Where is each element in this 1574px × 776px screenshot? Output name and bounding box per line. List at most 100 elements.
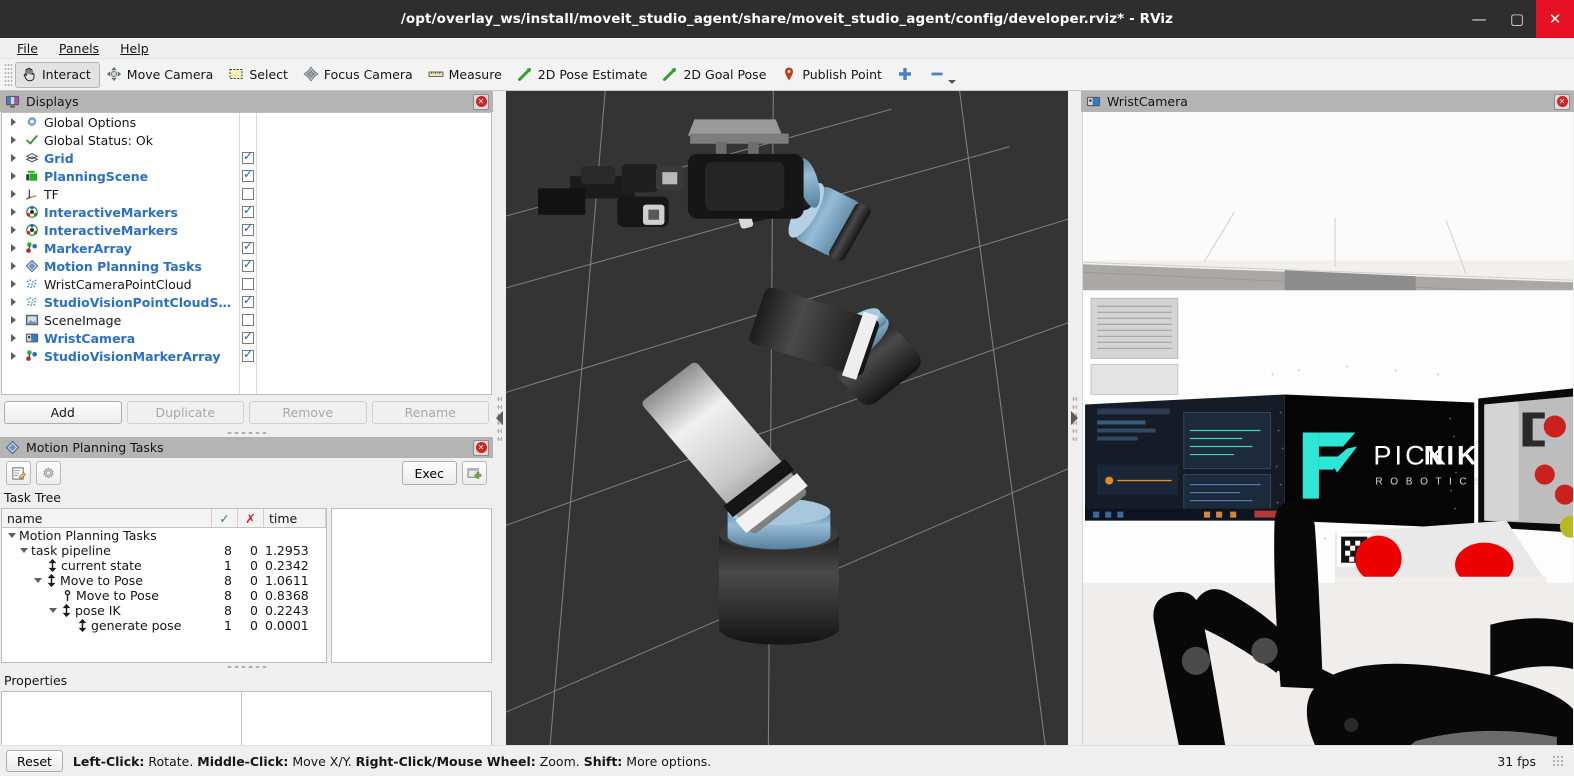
expander-icon[interactable] [6,533,17,538]
task-tree-row[interactable]: pose IK 8 0 0.2243 [2,603,326,618]
display-item-wristcamera[interactable]: WristCamera [2,329,239,347]
resize-grip[interactable] [1552,755,1564,767]
display-checkbox-wristcamerapointcloud[interactable] [240,275,256,293]
task-tree-row[interactable]: task pipeline 8 0 1.2953 [2,543,326,558]
right-dock-collapse-handle[interactable] [1068,91,1081,745]
menu-file[interactable]: File [8,39,47,58]
display-item-interactivemarkers-2[interactable]: InteractiveMarkers [2,221,239,239]
tool-add[interactable] [891,62,923,88]
expander-icon[interactable] [7,334,20,342]
display-checkbox-interactivemarkers-1[interactable] [240,203,256,221]
edit-note-icon[interactable] [6,461,31,485]
chevron-down-icon[interactable] [947,79,956,84]
display-checkbox-grid[interactable] [240,149,256,167]
display-item-sceneimage[interactable]: SceneImage [2,311,239,329]
expander-icon[interactable] [7,316,20,324]
displays-panel-close-button[interactable]: ✕ [473,93,489,110]
properties-splitter[interactable] [0,663,493,671]
task-tree-row[interactable]: Motion Planning Tasks [2,528,326,543]
reset-button[interactable]: Reset [6,750,63,772]
wrist-camera-close-button[interactable]: ✕ [1554,93,1570,110]
expander-icon[interactable] [18,548,29,553]
menu-help[interactable]: Help [111,39,158,58]
expander-icon[interactable] [47,608,58,613]
expander-icon[interactable] [7,262,20,270]
tool-remove[interactable] [923,62,967,88]
3d-viewport[interactable] [506,91,1068,745]
maximize-button[interactable]: ▢ [1498,0,1536,38]
display-checkbox-sceneimage[interactable] [240,311,256,329]
column-header-name[interactable]: name [2,509,212,527]
expander-icon[interactable] [7,190,20,198]
display-item-wristcamerapointcloud[interactable]: WristCameraPointCloud [2,275,239,293]
tool-2d-goal-pose[interactable]: 2D Goal Pose [656,62,775,88]
tool-interact[interactable]: Interact [15,61,100,88]
display-item-motion-planning-tasks[interactable]: Motion Planning Tasks [2,257,239,275]
add-window-icon[interactable] [462,461,487,485]
close-button[interactable]: ✕ [1536,0,1574,38]
display-item-interactivemarkers-1[interactable]: InteractiveMarkers [2,203,239,221]
display-checkbox-motion-planning-tasks[interactable] [240,257,256,275]
expander-icon[interactable] [7,136,20,144]
display-checkbox-tf[interactable] [240,185,256,203]
task-solutions-list[interactable] [331,508,492,663]
task-tree-row[interactable]: current state 1 0 0.2342 [2,558,326,573]
display-item-studiovisionmarkerarray[interactable]: StudioVisionMarkerArray [2,347,239,365]
motion-planning-tasks-header[interactable]: Motion Planning Tasks ✕ [0,437,493,458]
tool-2d-pose-estimate[interactable]: 2D Pose Estimate [511,62,657,88]
display-item-planningscene[interactable]: PlanningScene [2,167,239,185]
motion-planning-tasks-close-button[interactable]: ✕ [473,439,489,456]
display-item-studiovisionpointcloudsnapshot[interactable]: StudioVisionPointCloudSn… [2,293,239,311]
exec-button[interactable]: Exec [401,461,457,485]
tool-measure[interactable]: Measure [422,62,511,88]
display-checkbox-markerarray[interactable] [240,239,256,257]
display-checkbox-studiovisionmarkerarray[interactable] [240,347,256,365]
displays-panel-header[interactable]: Displays ✕ [0,91,493,112]
duplicate-button[interactable]: Duplicate [126,401,244,424]
task-tree-row[interactable]: Move to Pose 8 0 1.0611 [2,573,326,588]
fps-indicator: 31 fps [1497,753,1536,769]
expander-icon[interactable] [32,578,43,583]
display-checkbox-planningscene[interactable] [240,167,256,185]
display-item-global-options[interactable]: Global Options [2,113,239,131]
display-item-grid[interactable]: Grid [2,149,239,167]
tool-move-camera[interactable]: Move Camera [100,62,223,88]
task-tree-row[interactable]: Move to Pose 8 0 0.8368 [2,588,326,603]
expander-icon[interactable] [7,154,20,162]
expander-icon[interactable] [7,172,20,180]
toolbar-drag-handle[interactable] [4,62,13,87]
gear-icon[interactable] [36,461,61,485]
task-row-time: 0.0001 [265,618,309,633]
tool-select[interactable]: Select [222,62,297,88]
rename-button[interactable]: Rename [371,401,489,424]
expander-icon[interactable] [7,352,20,360]
wrist-camera-view[interactable]: PICK NIK R O B O T I C S [1082,112,1573,745]
display-checkbox-studiovisionpointcloudsnapshot[interactable] [240,293,256,311]
expander-icon[interactable] [7,244,20,252]
add-button[interactable]: Add [4,401,122,424]
display-item-markerarray[interactable]: MarkerArray [2,239,239,257]
expander-icon[interactable] [7,118,20,126]
panel-splitter[interactable] [0,429,493,437]
expander-icon[interactable] [7,226,20,234]
display-checkbox-interactivemarkers-2[interactable] [240,221,256,239]
expander-icon[interactable] [7,208,20,216]
tool-focus-camera[interactable]: Focus Camera [297,62,422,88]
tool-publish-point[interactable]: Publish Point [775,62,891,88]
column-header-failure[interactable]: ✗ [238,509,264,527]
column-header-time[interactable]: time [264,509,326,527]
expander-icon[interactable] [7,280,20,288]
remove-button[interactable]: Remove [249,401,367,424]
left-dock-collapse-handle[interactable] [493,91,506,745]
pose-arrow-icon [517,66,534,83]
menu-panels[interactable]: Panels [50,39,108,58]
task-tree-row[interactable]: generate pose 1 0 0.0001 [2,618,326,633]
display-item-global-status[interactable]: Global Status: Ok [2,131,239,149]
display-item-tf[interactable]: TF [2,185,239,203]
column-header-success[interactable]: ✓ [212,509,238,527]
display-checkbox-wristcamera[interactable] [240,329,256,347]
minimize-button[interactable]: — [1460,0,1498,38]
wrist-camera-header[interactable]: WristCamera ✕ [1081,91,1574,112]
properties-table[interactable] [1,691,492,747]
expander-icon[interactable] [7,298,20,306]
